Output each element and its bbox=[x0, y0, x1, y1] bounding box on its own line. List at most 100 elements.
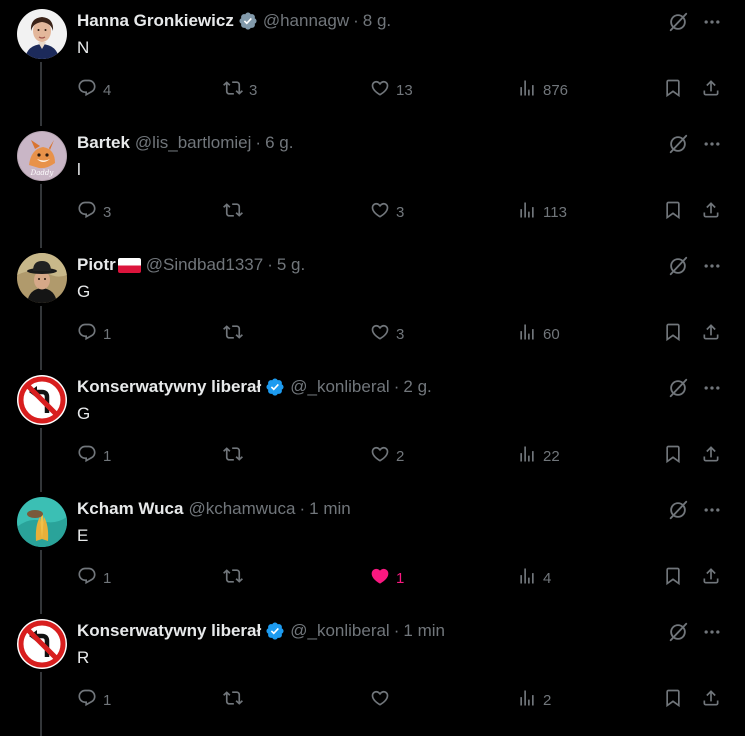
share-button[interactable] bbox=[701, 322, 721, 346]
user-handle[interactable]: @_konliberal bbox=[290, 621, 389, 641]
bookmark-button[interactable] bbox=[663, 322, 683, 346]
display-name[interactable]: Konserwatywny liberał bbox=[77, 621, 261, 641]
tweet-time[interactable]: 1 min bbox=[403, 621, 445, 641]
tweet-time[interactable]: 1 min bbox=[309, 499, 351, 519]
reply-button[interactable]: 1 bbox=[77, 566, 111, 590]
retweet-button[interactable] bbox=[223, 200, 249, 224]
avatar[interactable] bbox=[17, 253, 67, 303]
display-name[interactable]: Konserwatywny liberał bbox=[77, 377, 261, 397]
more-options-icon[interactable] bbox=[700, 10, 724, 34]
tweet-top-actions bbox=[666, 620, 724, 644]
more-options-icon[interactable] bbox=[700, 498, 724, 522]
verified-badge-icon[interactable] bbox=[265, 377, 285, 397]
share-button[interactable] bbox=[701, 200, 721, 224]
views-button[interactable]: 22 bbox=[517, 444, 560, 468]
retweet-icon bbox=[223, 78, 243, 102]
user-handle[interactable]: @lis_bartlomiej bbox=[135, 133, 251, 153]
bookmark-button[interactable] bbox=[663, 566, 683, 590]
share-button[interactable] bbox=[701, 688, 721, 712]
thread-connector-line bbox=[40, 306, 42, 370]
reply-button[interactable]: 1 bbox=[77, 688, 111, 712]
user-handle[interactable]: @kchamwuca bbox=[188, 499, 295, 519]
retweet-button[interactable] bbox=[223, 444, 249, 468]
tweet-text: E bbox=[77, 526, 89, 545]
reply-button[interactable]: 4 bbox=[77, 78, 111, 102]
views-button[interactable]: 4 bbox=[517, 566, 551, 590]
views-button[interactable]: 876 bbox=[517, 78, 568, 102]
retweet-icon bbox=[223, 322, 243, 346]
grok-icon[interactable] bbox=[666, 620, 690, 644]
avatar[interactable] bbox=[17, 375, 67, 425]
display-name[interactable]: Bartek bbox=[77, 133, 130, 153]
tweet[interactable]: Kcham Wuca @kchamwuca · 1 min E 1 1 4 bbox=[0, 488, 745, 614]
more-options-icon[interactable] bbox=[700, 132, 724, 156]
tweet[interactable]: Konserwatywny liberał @_konliberal · 1 m… bbox=[0, 610, 745, 736]
like-button[interactable]: 3 bbox=[370, 200, 404, 224]
share-icon bbox=[701, 322, 721, 346]
tweet-text: G bbox=[77, 282, 91, 301]
views-icon bbox=[517, 444, 537, 468]
reply-button[interactable]: 1 bbox=[77, 444, 111, 468]
views-button[interactable]: 113 bbox=[517, 200, 567, 224]
verified-badge-icon[interactable] bbox=[238, 11, 258, 31]
like-button[interactable] bbox=[370, 688, 396, 712]
thread-connector-line bbox=[40, 550, 42, 614]
share-button[interactable] bbox=[701, 566, 721, 590]
like-button[interactable]: 1 bbox=[370, 566, 404, 590]
tweet[interactable]: Piotr @Sindbad1337 · 5 g. G 1 3 60 bbox=[0, 244, 745, 370]
bookmark-button[interactable] bbox=[663, 200, 683, 224]
reply-button[interactable]: 1 bbox=[77, 322, 111, 346]
share-button[interactable] bbox=[701, 78, 721, 102]
tweet[interactable]: Konserwatywny liberał @_konliberal · 2 g… bbox=[0, 366, 745, 492]
separator-dot: · bbox=[393, 621, 400, 640]
retweet-button[interactable] bbox=[223, 322, 249, 346]
views-button[interactable]: 60 bbox=[517, 322, 560, 346]
like-button[interactable]: 3 bbox=[370, 322, 404, 346]
tweet[interactable]: Daddy Bartek @lis_bartlomiej · 6 g. l 3 bbox=[0, 122, 745, 248]
tweet-time[interactable]: 2 g. bbox=[403, 377, 431, 397]
retweet-button[interactable] bbox=[223, 688, 249, 712]
display-name[interactable]: Piotr bbox=[77, 255, 116, 275]
bookmark-button[interactable] bbox=[663, 78, 683, 102]
heart-filled-icon bbox=[370, 566, 390, 590]
separator-dot: · bbox=[267, 255, 273, 274]
bookmark-button[interactable] bbox=[663, 444, 683, 468]
views-button[interactable]: 2 bbox=[517, 688, 551, 712]
avatar[interactable] bbox=[17, 619, 67, 669]
reply-count: 1 bbox=[103, 691, 112, 709]
user-handle[interactable]: @_konliberal bbox=[290, 377, 389, 397]
grok-icon[interactable] bbox=[666, 376, 690, 400]
tweet[interactable]: Hanna Gronkiewicz @hannagw · 8 g. N 4 3 … bbox=[0, 0, 745, 126]
user-handle[interactable]: @Sindbad1337 bbox=[146, 255, 263, 275]
tweet-time[interactable]: 5 g. bbox=[277, 255, 305, 275]
reply-button[interactable]: 3 bbox=[77, 200, 111, 224]
more-options-icon[interactable] bbox=[700, 620, 724, 644]
grok-icon[interactable] bbox=[666, 132, 690, 156]
retweet-icon bbox=[223, 688, 243, 712]
avatar[interactable]: Daddy bbox=[17, 131, 67, 181]
grok-icon[interactable] bbox=[666, 254, 690, 278]
like-count: 2 bbox=[396, 447, 405, 465]
share-button[interactable] bbox=[701, 444, 721, 468]
tweet-time[interactable]: 8 g. bbox=[363, 11, 391, 31]
more-options-icon[interactable] bbox=[700, 254, 724, 278]
avatar[interactable] bbox=[17, 9, 67, 59]
display-name[interactable]: Hanna Gronkiewicz bbox=[77, 11, 234, 31]
tweet-actions: 1 1 4 bbox=[77, 566, 732, 590]
grok-icon[interactable] bbox=[666, 10, 690, 34]
verified-badge-icon[interactable] bbox=[265, 621, 285, 641]
retweet-button[interactable]: 3 bbox=[223, 78, 257, 102]
like-button[interactable]: 2 bbox=[370, 444, 404, 468]
display-name[interactable]: Kcham Wuca bbox=[77, 499, 183, 519]
like-button[interactable]: 13 bbox=[370, 78, 413, 102]
grok-icon[interactable] bbox=[666, 498, 690, 522]
avatar[interactable] bbox=[17, 497, 67, 547]
heart-icon bbox=[370, 322, 390, 346]
like-count: 13 bbox=[396, 81, 413, 99]
bookmark-button[interactable] bbox=[663, 688, 683, 712]
heart-icon bbox=[370, 78, 390, 102]
retweet-button[interactable] bbox=[223, 566, 249, 590]
tweet-time[interactable]: 6 g. bbox=[265, 133, 293, 153]
user-handle[interactable]: @hannagw bbox=[263, 11, 349, 31]
more-options-icon[interactable] bbox=[700, 376, 724, 400]
